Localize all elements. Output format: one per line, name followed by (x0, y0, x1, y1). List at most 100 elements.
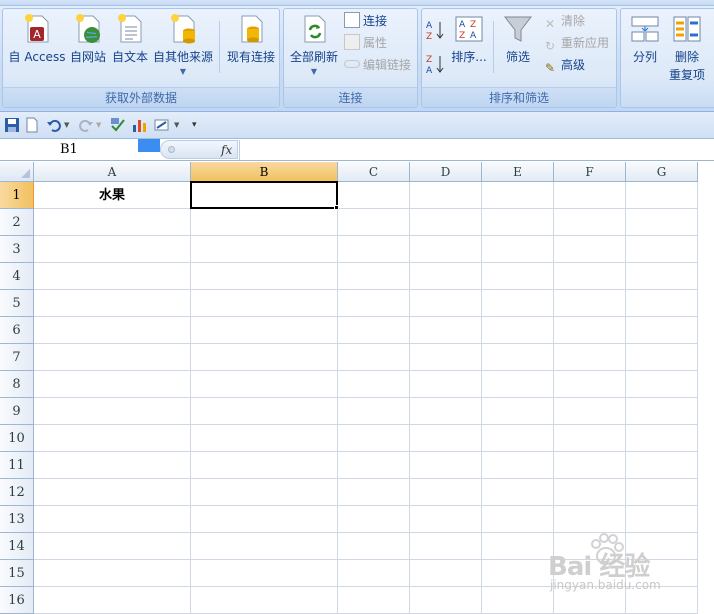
cell-a16[interactable] (34, 587, 191, 614)
cell-a13[interactable] (34, 506, 191, 533)
cell-g8[interactable] (626, 371, 698, 398)
cell-e10[interactable] (482, 425, 554, 452)
cell-d9[interactable] (410, 398, 482, 425)
cell-d7[interactable] (410, 344, 482, 371)
cell-g12[interactable] (626, 479, 698, 506)
row-header-15[interactable]: 15 (0, 560, 34, 587)
cell-a2[interactable] (34, 209, 191, 236)
cell-g4[interactable] (626, 263, 698, 290)
properties-button[interactable]: 属性 (344, 33, 387, 53)
cell-c10[interactable] (338, 425, 410, 452)
cell-a3[interactable] (34, 236, 191, 263)
formula-input[interactable] (239, 140, 714, 160)
cell-d4[interactable] (410, 263, 482, 290)
cell-d12[interactable] (410, 479, 482, 506)
connections-button[interactable]: 连接 (344, 11, 387, 31)
cell-c2[interactable] (338, 209, 410, 236)
cell-b6[interactable] (191, 317, 338, 344)
cell-a1[interactable]: 水果 (34, 182, 191, 209)
cell-d15[interactable] (410, 560, 482, 587)
cell-b8[interactable] (191, 371, 338, 398)
cell-f6[interactable] (554, 317, 626, 344)
cell-c3[interactable] (338, 236, 410, 263)
name-box-dropdown[interactable] (138, 139, 160, 152)
cell-f1[interactable] (554, 182, 626, 209)
cell-c14[interactable] (338, 533, 410, 560)
cell-a15[interactable] (34, 560, 191, 587)
border-dropdown-icon[interactable]: ▼ (174, 117, 190, 133)
remove-duplicates-button[interactable]: 删除 重复项 (665, 11, 709, 87)
cell-c4[interactable] (338, 263, 410, 290)
cell-e11[interactable] (482, 452, 554, 479)
cell-f12[interactable] (554, 479, 626, 506)
clear-filter-button[interactable]: ✕ 清除 (542, 11, 585, 31)
cell-b9[interactable] (191, 398, 338, 425)
cell-a4[interactable] (34, 263, 191, 290)
cell-f7[interactable] (554, 344, 626, 371)
cell-e13[interactable] (482, 506, 554, 533)
row-header-2[interactable]: 2 (0, 209, 34, 236)
column-header-g[interactable]: G (626, 162, 698, 182)
cell-e7[interactable] (482, 344, 554, 371)
cell-a8[interactable] (34, 371, 191, 398)
cell-d3[interactable] (410, 236, 482, 263)
column-header-f[interactable]: F (554, 162, 626, 182)
cell-g10[interactable] (626, 425, 698, 452)
cell-a6[interactable] (34, 317, 191, 344)
cell-d14[interactable] (410, 533, 482, 560)
cell-b16[interactable] (191, 587, 338, 614)
cell-f8[interactable] (554, 371, 626, 398)
cell-e6[interactable] (482, 317, 554, 344)
cell-a14[interactable] (34, 533, 191, 560)
row-header-7[interactable]: 7 (0, 344, 34, 371)
cell-b5[interactable] (191, 290, 338, 317)
row-header-11[interactable]: 11 (0, 452, 34, 479)
cell-c13[interactable] (338, 506, 410, 533)
cell-g7[interactable] (626, 344, 698, 371)
cell-e9[interactable] (482, 398, 554, 425)
cell-a10[interactable] (34, 425, 191, 452)
reapply-button[interactable]: ↻ 重新应用 (542, 33, 609, 53)
cell-d13[interactable] (410, 506, 482, 533)
cell-g2[interactable] (626, 209, 698, 236)
cell-b10[interactable] (191, 425, 338, 452)
cell-f2[interactable] (554, 209, 626, 236)
fill-handle[interactable] (334, 205, 339, 210)
row-header-8[interactable]: 8 (0, 371, 34, 398)
cell-b12[interactable] (191, 479, 338, 506)
cell-d11[interactable] (410, 452, 482, 479)
refresh-all-button[interactable]: 全部刷新 ▼ (287, 11, 341, 87)
cell-c15[interactable] (338, 560, 410, 587)
cell-e5[interactable] (482, 290, 554, 317)
row-header-13[interactable]: 13 (0, 506, 34, 533)
cell-b13[interactable] (191, 506, 338, 533)
row-header-14[interactable]: 14 (0, 533, 34, 560)
insert-function-button[interactable]: fx (221, 141, 232, 159)
cell-d2[interactable] (410, 209, 482, 236)
column-header-b[interactable]: B (191, 162, 338, 182)
cell-e2[interactable] (482, 209, 554, 236)
chart-icon[interactable] (132, 117, 148, 133)
cell-b3[interactable] (191, 236, 338, 263)
cell-d16[interactable] (410, 587, 482, 614)
advanced-filter-button[interactable]: ✎ 高级 (542, 55, 585, 75)
cell-c11[interactable] (338, 452, 410, 479)
select-all-button[interactable] (0, 162, 34, 182)
from-other-sources-button[interactable]: 自其他来源 ▼ (151, 11, 215, 87)
cell-d6[interactable] (410, 317, 482, 344)
row-header-9[interactable]: 9 (0, 398, 34, 425)
cell-c8[interactable] (338, 371, 410, 398)
column-header-e[interactable]: E (482, 162, 554, 182)
row-header-4[interactable]: 4 (0, 263, 34, 290)
cell-e3[interactable] (482, 236, 554, 263)
cell-d1[interactable] (410, 182, 482, 209)
cell-c9[interactable] (338, 398, 410, 425)
sort-button[interactable]: A Z Z A 排序... (450, 11, 488, 87)
from-web-button[interactable]: 自网站 (67, 11, 109, 87)
cell-b2[interactable] (191, 209, 338, 236)
cell-a5[interactable] (34, 290, 191, 317)
cell-b1[interactable] (191, 182, 338, 209)
cell-c12[interactable] (338, 479, 410, 506)
cell-g1[interactable] (626, 182, 698, 209)
save-icon[interactable] (4, 117, 20, 133)
